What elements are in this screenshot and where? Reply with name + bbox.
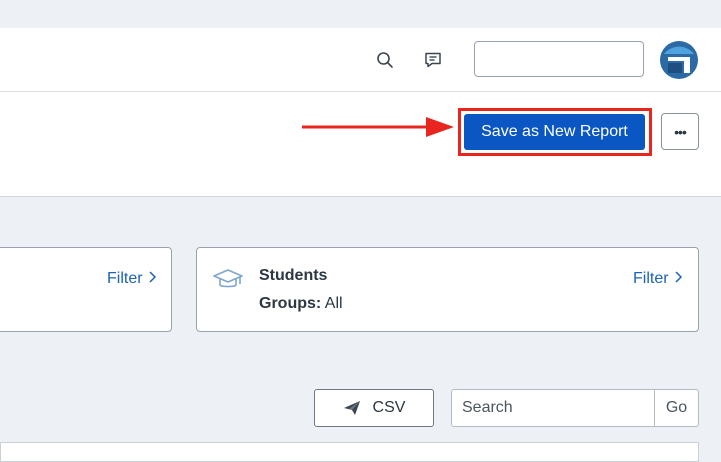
header-search-field[interactable] bbox=[474, 41, 644, 77]
search-input[interactable] bbox=[451, 389, 655, 427]
groups-label: Groups: bbox=[259, 295, 322, 312]
filter-card-left: Filter bbox=[0, 247, 172, 332]
send-icon bbox=[343, 401, 360, 415]
top-bar bbox=[0, 28, 721, 92]
filter-link-left[interactable]: Filter bbox=[107, 270, 157, 288]
app-logo-icon[interactable] bbox=[660, 41, 698, 79]
search-icon[interactable] bbox=[374, 49, 396, 71]
graduation-cap-icon bbox=[213, 269, 243, 288]
groups-summary: Groups: All bbox=[259, 295, 343, 313]
annotation-arrow-icon bbox=[302, 117, 454, 137]
save-as-new-report-button[interactable]: Save as New Report bbox=[464, 114, 645, 150]
card-title: Students bbox=[259, 267, 328, 284]
results-table bbox=[0, 442, 699, 462]
report-header: Save as New Report ••• bbox=[0, 92, 721, 197]
go-button[interactable]: Go bbox=[654, 389, 699, 427]
csv-export-button[interactable]: CSV bbox=[314, 389, 434, 427]
message-icon[interactable] bbox=[422, 49, 444, 71]
chevron-right-icon bbox=[149, 271, 157, 283]
groups-value: All bbox=[324, 295, 343, 312]
csv-label: CSV bbox=[372, 399, 406, 416]
more-options-icon: ••• bbox=[674, 123, 687, 140]
chevron-right-icon bbox=[675, 271, 683, 283]
more-options-button[interactable]: ••• bbox=[661, 113, 699, 150]
filter-link-students[interactable]: Filter bbox=[633, 270, 683, 288]
students-filter-card: Students Groups: All Filter bbox=[196, 247, 699, 332]
